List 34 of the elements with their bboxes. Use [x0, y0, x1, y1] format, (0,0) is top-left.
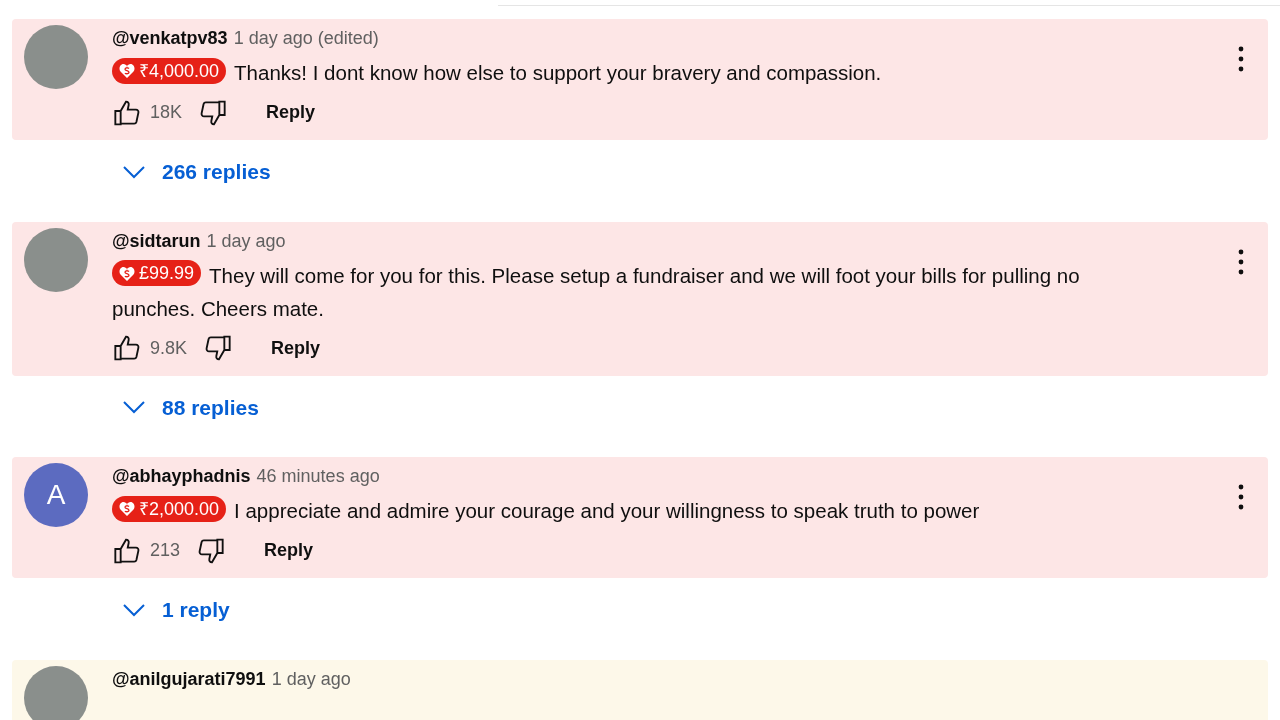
more-options-icon[interactable]	[1238, 484, 1244, 510]
reply-button[interactable]: Reply	[263, 330, 329, 366]
author-name[interactable]: @abhayphadnis	[112, 463, 251, 490]
comment-time: 1 day ago	[271, 667, 351, 691]
comment-time: 46 minutes ago	[256, 465, 380, 488]
view-replies-button[interactable]: 266 replies	[118, 152, 275, 192]
donation-amount: £99.99	[139, 264, 195, 282]
heart-dollar-icon	[119, 500, 135, 517]
author-name[interactable]: @venkatpv83	[112, 25, 228, 52]
reply-button[interactable]: Reply	[256, 533, 322, 568]
comment-text: ₹4,000.00 Thanks! I dont know how else to support your bravery and compassion.	[112, 56, 1214, 89]
author-name[interactable]: @sidtarun	[112, 227, 201, 255]
more-options-icon[interactable]	[1238, 46, 1244, 72]
view-replies-button[interactable]: 88 replies	[118, 387, 263, 427]
like-count: 9.8K	[150, 336, 188, 360]
reply-button[interactable]: Reply	[258, 95, 324, 130]
photo-placeholder	[24, 665, 88, 720]
heart-dollar-icon	[119, 264, 135, 282]
comment-text: ₹2,000.00 I appreciate and admire your courage and your willingness to speak truth to power	[112, 494, 1214, 527]
avatar: A	[24, 463, 88, 527]
donation-amount: ₹2,000.00	[139, 499, 220, 518]
chevron-down-icon	[122, 400, 146, 415]
more-options-icon[interactable]	[1238, 248, 1244, 275]
chevron-down-icon	[122, 164, 146, 179]
comment-time: 1 day ago	[206, 229, 286, 253]
author-name[interactable]: @anilgujarati7991	[112, 665, 266, 693]
comment-text: £99.99 They will come for you for this. Please setup a fundraiser and we will foot your bills for pulling no punches. Cheers mate.	[112, 258, 1214, 325]
like-count: 213	[150, 539, 181, 562]
heart-dollar-icon	[119, 62, 135, 79]
comment-time: 1 day ago (edited)	[233, 27, 379, 50]
chevron-down-icon	[122, 602, 146, 617]
like-count: 18K	[150, 101, 183, 124]
view-replies-button[interactable]: 1 reply	[118, 590, 234, 630]
donation-amount: ₹4,000.00	[139, 61, 220, 80]
